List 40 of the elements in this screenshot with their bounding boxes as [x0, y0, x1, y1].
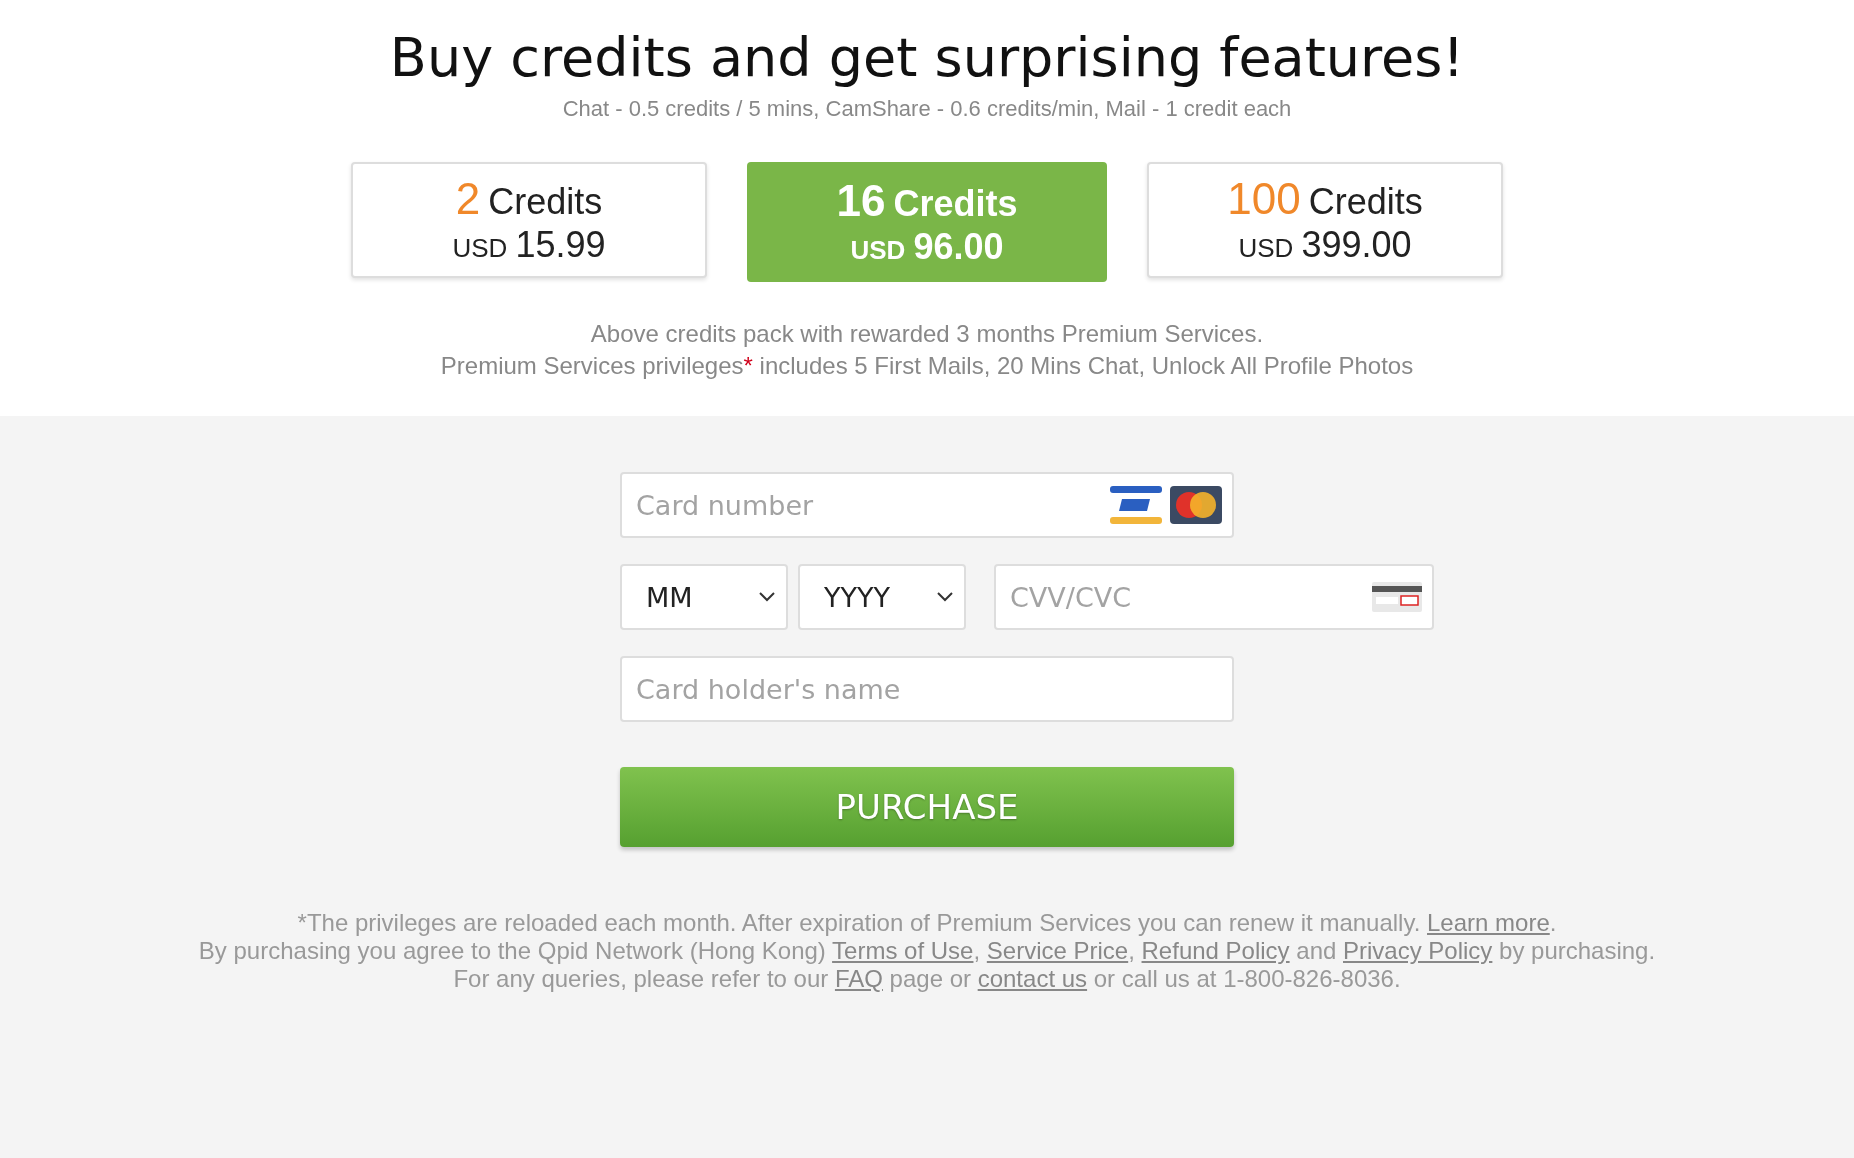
- footer-text: By purchasing you agree to the Qpid Network (Hong Kong) Terms of Use, Service Price, Refund Policy and Privacy Policy by purchasing.: [198, 937, 1656, 965]
- card-back-icon: [1372, 582, 1422, 612]
- card-logo-icon: [1170, 486, 1222, 524]
- page-title: Buy credits and get surprising features!: [389, 25, 1465, 91]
- link[interactable]: contact us: [977, 965, 1088, 992]
- credit-amount: 16: [836, 176, 886, 226]
- credit-amount: 2: [455, 174, 481, 224]
- year-select[interactable]: YYYY: [798, 564, 966, 630]
- premium-note: Premium Services privileges* includes 5 First Mails, 20 Mins Chat, Unlock All Profile Photos: [440, 351, 1414, 381]
- card-number-field[interactable]: Card number: [620, 472, 1234, 538]
- currency-label: USD: [1238, 233, 1294, 264]
- link[interactable]: Service Price: [986, 937, 1129, 964]
- package-price: 15.99: [515, 224, 606, 266]
- link[interactable]: FAQ: [834, 965, 883, 992]
- premium-note: Above credits pack with rewarded 3 months Premium Services.: [589, 319, 1265, 349]
- credit-unit: Credits: [893, 183, 1018, 225]
- purchase-button[interactable]: PURCHASE: [620, 767, 1234, 847]
- pricing-summary: Chat - 0.5 credits / 5 mins, CamShare - 0.6 credits/min, Mail - 1 credit each: [562, 96, 1292, 122]
- cvv-field[interactable]: CVV/CVC: [994, 564, 1434, 630]
- footer-text: For any queries, please refer to our FAQ page or contact us or call us at 1-800-826-8036.: [453, 965, 1401, 993]
- link[interactable]: Refund Policy: [1141, 937, 1290, 964]
- currency-label: USD: [452, 233, 508, 264]
- chevron-down-icon: [936, 591, 954, 603]
- credit-package-card[interactable]: 2 Credits USD 15.99: [351, 162, 707, 278]
- chevron-down-icon: [758, 591, 776, 603]
- credit-unit: Credits: [488, 181, 603, 223]
- credit-unit: Credits: [1308, 181, 1423, 223]
- cardholder-name-field[interactable]: Card holder's name: [620, 656, 1234, 722]
- link[interactable]: Privacy Policy: [1343, 937, 1493, 964]
- currency-label: USD: [850, 235, 906, 266]
- package-price: 399.00: [1301, 224, 1412, 266]
- month-select[interactable]: MM: [620, 564, 788, 630]
- credit-package-card[interactable]: 100 Credits USD 399.00: [1147, 162, 1503, 278]
- credit-amount: 100: [1227, 174, 1301, 224]
- link[interactable]: Terms of Use: [832, 937, 974, 964]
- link[interactable]: Learn more: [1427, 909, 1550, 936]
- credit-package-card[interactable]: 16 Credits USD 96.00: [747, 162, 1107, 282]
- footer-text: *The privileges are reloaded each month. After expiration of Premium Services you can renew it manually. Learn more.: [297, 909, 1557, 937]
- package-price: 96.00: [913, 226, 1004, 268]
- card-logo-icon: [1110, 486, 1162, 524]
